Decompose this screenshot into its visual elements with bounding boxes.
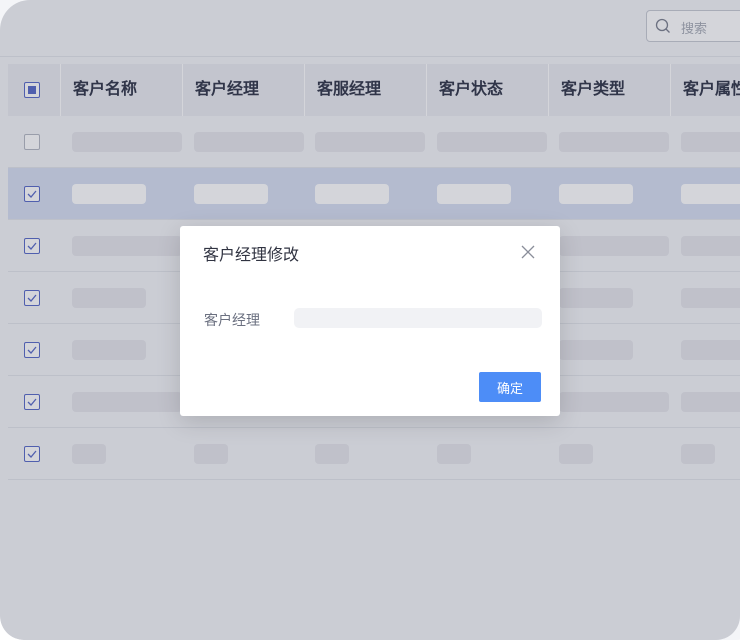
close-icon[interactable] [520,244,536,260]
window-clip: 搜索 客户名称 客户经理 客服经理 客户状态 客户类型 客户属性 客户经理修改 … [0,0,740,640]
account-manager-input[interactable] [294,308,542,328]
account-manager-label: 客户经理 [204,313,260,329]
dialog-title: 客户经理修改 [203,245,300,264]
confirm-button[interactable]: 确定 [479,372,541,402]
app-window: 搜索 客户名称 客户经理 客服经理 客户状态 客户类型 客户属性 客户经理修改 … [0,0,740,640]
edit-account-manager-dialog: 客户经理修改 客户经理 确定 [180,226,560,416]
